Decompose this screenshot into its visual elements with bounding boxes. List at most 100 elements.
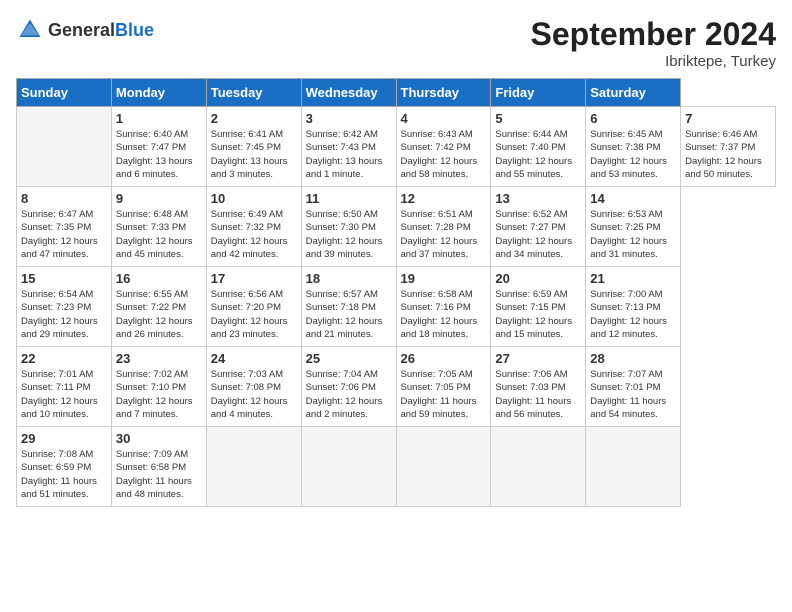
day-number: 14: [590, 191, 676, 206]
logo-blue-text: Blue: [115, 20, 154, 40]
weekday-header-wednesday: Wednesday: [301, 79, 396, 107]
calendar-cell: 12 Sunrise: 6:51 AM Sunset: 7:28 PM Dayli…: [396, 187, 491, 267]
day-number: 20: [495, 271, 581, 286]
calendar-cell: 9Sunrise: 6:48 AM Sunset: 7:33 PM Daylig…: [111, 187, 206, 267]
cell-details: Sunrise: 6:54 AM Sunset: 7:23 PM Dayligh…: [21, 288, 107, 341]
cell-details: Sunrise: 6:40 AM Sunset: 7:47 PM Dayligh…: [116, 128, 202, 181]
cell-details: Sunrise: 6:47 AM Sunset: 7:35 PM Dayligh…: [21, 208, 107, 261]
weekday-header-sunday: Sunday: [17, 79, 112, 107]
day-number: 1: [116, 111, 202, 126]
calendar-cell: [491, 427, 586, 507]
calendar-cell: 16 Sunrise: 6:55 AM Sunset: 7:22 PM Dayli…: [111, 267, 206, 347]
cell-details: Sunrise: 6:53 AM Sunset: 7:25 PM Dayligh…: [590, 208, 676, 261]
calendar-cell: [396, 427, 491, 507]
calendar-cell: 22Sunrise: 7:01 AM Sunset: 7:11 PM Dayli…: [17, 347, 112, 427]
cell-details: Sunrise: 6:55 AM Sunset: 7:22 PM Dayligh…: [116, 288, 202, 341]
cell-details: Sunrise: 7:07 AM Sunset: 7:01 PM Dayligh…: [590, 368, 676, 421]
cell-details: Sunrise: 6:58 AM Sunset: 7:16 PM Dayligh…: [401, 288, 487, 341]
day-number: 10: [211, 191, 297, 206]
cell-details: Sunrise: 6:44 AM Sunset: 7:40 PM Dayligh…: [495, 128, 581, 181]
cell-details: Sunrise: 7:03 AM Sunset: 7:08 PM Dayligh…: [211, 368, 297, 421]
cell-details: Sunrise: 6:49 AM Sunset: 7:32 PM Dayligh…: [211, 208, 297, 261]
day-number: 24: [211, 351, 297, 366]
day-number: 25: [306, 351, 392, 366]
day-number: 3: [306, 111, 392, 126]
calendar-cell: 24 Sunrise: 7:03 AM Sunset: 7:08 PM Dayli…: [206, 347, 301, 427]
logo-icon: [16, 16, 44, 44]
calendar-cell: 28 Sunrise: 7:07 AM Sunset: 7:01 PM Dayli…: [586, 347, 681, 427]
cell-details: Sunrise: 7:04 AM Sunset: 7:06 PM Dayligh…: [306, 368, 392, 421]
cell-details: Sunrise: 7:08 AM Sunset: 6:59 PM Dayligh…: [21, 448, 107, 501]
cell-details: Sunrise: 6:50 AM Sunset: 7:30 PM Dayligh…: [306, 208, 392, 261]
cell-details: Sunrise: 6:43 AM Sunset: 7:42 PM Dayligh…: [401, 128, 487, 181]
cell-details: Sunrise: 6:42 AM Sunset: 7:43 PM Dayligh…: [306, 128, 392, 181]
calendar-cell: 29 Sunrise: 7:08 AM Sunset: 6:59 PM Dayli…: [17, 427, 112, 507]
calendar-cell: 7 Sunrise: 6:46 AM Sunset: 7:37 PM Daylig…: [681, 107, 776, 187]
calendar-cell: 4 Sunrise: 6:43 AM Sunset: 7:42 PM Daylig…: [396, 107, 491, 187]
title-block: September 2024 Ibriktepe, Turkey: [531, 16, 776, 70]
cell-details: Sunrise: 6:52 AM Sunset: 7:27 PM Dayligh…: [495, 208, 581, 261]
day-number: 29: [21, 431, 107, 446]
day-number: 23: [116, 351, 202, 366]
day-number: 6: [590, 111, 676, 126]
calendar-cell: 25 Sunrise: 7:04 AM Sunset: 7:06 PM Dayli…: [301, 347, 396, 427]
day-number: 27: [495, 351, 581, 366]
cell-details: Sunrise: 7:01 AM Sunset: 7:11 PM Dayligh…: [21, 368, 107, 421]
cell-details: Sunrise: 6:51 AM Sunset: 7:28 PM Dayligh…: [401, 208, 487, 261]
cell-details: Sunrise: 7:06 AM Sunset: 7:03 PM Dayligh…: [495, 368, 581, 421]
day-number: 19: [401, 271, 487, 286]
cell-details: Sunrise: 7:02 AM Sunset: 7:10 PM Dayligh…: [116, 368, 202, 421]
week-row-1: 1 Sunrise: 6:40 AM Sunset: 7:47 PM Daylig…: [17, 107, 776, 187]
day-number: 8: [21, 191, 107, 206]
calendar-cell: 10 Sunrise: 6:49 AM Sunset: 7:32 PM Dayli…: [206, 187, 301, 267]
day-number: 7: [685, 111, 771, 126]
weekday-header-tuesday: Tuesday: [206, 79, 301, 107]
calendar-cell: 13 Sunrise: 6:52 AM Sunset: 7:27 PM Dayli…: [491, 187, 586, 267]
calendar-cell: 14 Sunrise: 6:53 AM Sunset: 7:25 PM Dayli…: [586, 187, 681, 267]
calendar-cell: 27 Sunrise: 7:06 AM Sunset: 7:03 PM Dayli…: [491, 347, 586, 427]
day-number: 17: [211, 271, 297, 286]
cell-details: Sunrise: 6:59 AM Sunset: 7:15 PM Dayligh…: [495, 288, 581, 341]
calendar-cell: 2Sunrise: 6:41 AM Sunset: 7:45 PM Daylig…: [206, 107, 301, 187]
calendar-cell: [17, 107, 112, 187]
cell-details: Sunrise: 6:56 AM Sunset: 7:20 PM Dayligh…: [211, 288, 297, 341]
cell-details: Sunrise: 6:57 AM Sunset: 7:18 PM Dayligh…: [306, 288, 392, 341]
calendar-cell: 21 Sunrise: 7:00 AM Sunset: 7:13 PM Dayli…: [586, 267, 681, 347]
day-number: 28: [590, 351, 676, 366]
calendar-cell: 3 Sunrise: 6:42 AM Sunset: 7:43 PM Daylig…: [301, 107, 396, 187]
cell-details: Sunrise: 6:41 AM Sunset: 7:45 PM Dayligh…: [211, 128, 297, 181]
calendar-cell: 20 Sunrise: 6:59 AM Sunset: 7:15 PM Dayli…: [491, 267, 586, 347]
weekday-header-friday: Friday: [491, 79, 586, 107]
week-row-5: 29 Sunrise: 7:08 AM Sunset: 6:59 PM Dayli…: [17, 427, 776, 507]
day-number: 16: [116, 271, 202, 286]
weekday-header-monday: Monday: [111, 79, 206, 107]
day-number: 9: [116, 191, 202, 206]
calendar-cell: 26Sunrise: 7:05 AM Sunset: 7:05 PM Dayli…: [396, 347, 491, 427]
calendar-cell: 23 Sunrise: 7:02 AM Sunset: 7:10 PM Dayli…: [111, 347, 206, 427]
page-header: GeneralBlue September 2024 Ibriktepe, Tu…: [16, 16, 776, 70]
day-number: 30: [116, 431, 202, 446]
cell-details: Sunrise: 7:09 AM Sunset: 6:58 PM Dayligh…: [116, 448, 202, 501]
week-row-4: 22Sunrise: 7:01 AM Sunset: 7:11 PM Dayli…: [17, 347, 776, 427]
week-row-3: 15Sunrise: 6:54 AM Sunset: 7:23 PM Dayli…: [17, 267, 776, 347]
day-number: 11: [306, 191, 392, 206]
cell-details: Sunrise: 7:00 AM Sunset: 7:13 PM Dayligh…: [590, 288, 676, 341]
calendar-cell: 1 Sunrise: 6:40 AM Sunset: 7:47 PM Daylig…: [111, 107, 206, 187]
calendar-cell: 8 Sunrise: 6:47 AM Sunset: 7:35 PM Daylig…: [17, 187, 112, 267]
cell-details: Sunrise: 6:46 AM Sunset: 7:37 PM Dayligh…: [685, 128, 771, 181]
week-row-2: 8 Sunrise: 6:47 AM Sunset: 7:35 PM Daylig…: [17, 187, 776, 267]
day-number: 26: [401, 351, 487, 366]
month-title: September 2024: [531, 16, 776, 53]
location-title: Ibriktepe, Turkey: [531, 53, 776, 70]
weekday-header-thursday: Thursday: [396, 79, 491, 107]
day-number: 12: [401, 191, 487, 206]
cell-details: Sunrise: 6:45 AM Sunset: 7:38 PM Dayligh…: [590, 128, 676, 181]
day-number: 13: [495, 191, 581, 206]
logo: GeneralBlue: [16, 16, 154, 44]
day-number: 21: [590, 271, 676, 286]
calendar-cell: 19 Sunrise: 6:58 AM Sunset: 7:16 PM Dayli…: [396, 267, 491, 347]
calendar-cell: 11 Sunrise: 6:50 AM Sunset: 7:30 PM Dayli…: [301, 187, 396, 267]
calendar-cell: 30 Sunrise: 7:09 AM Sunset: 6:58 PM Dayli…: [111, 427, 206, 507]
calendar-cell: [586, 427, 681, 507]
day-number: 4: [401, 111, 487, 126]
